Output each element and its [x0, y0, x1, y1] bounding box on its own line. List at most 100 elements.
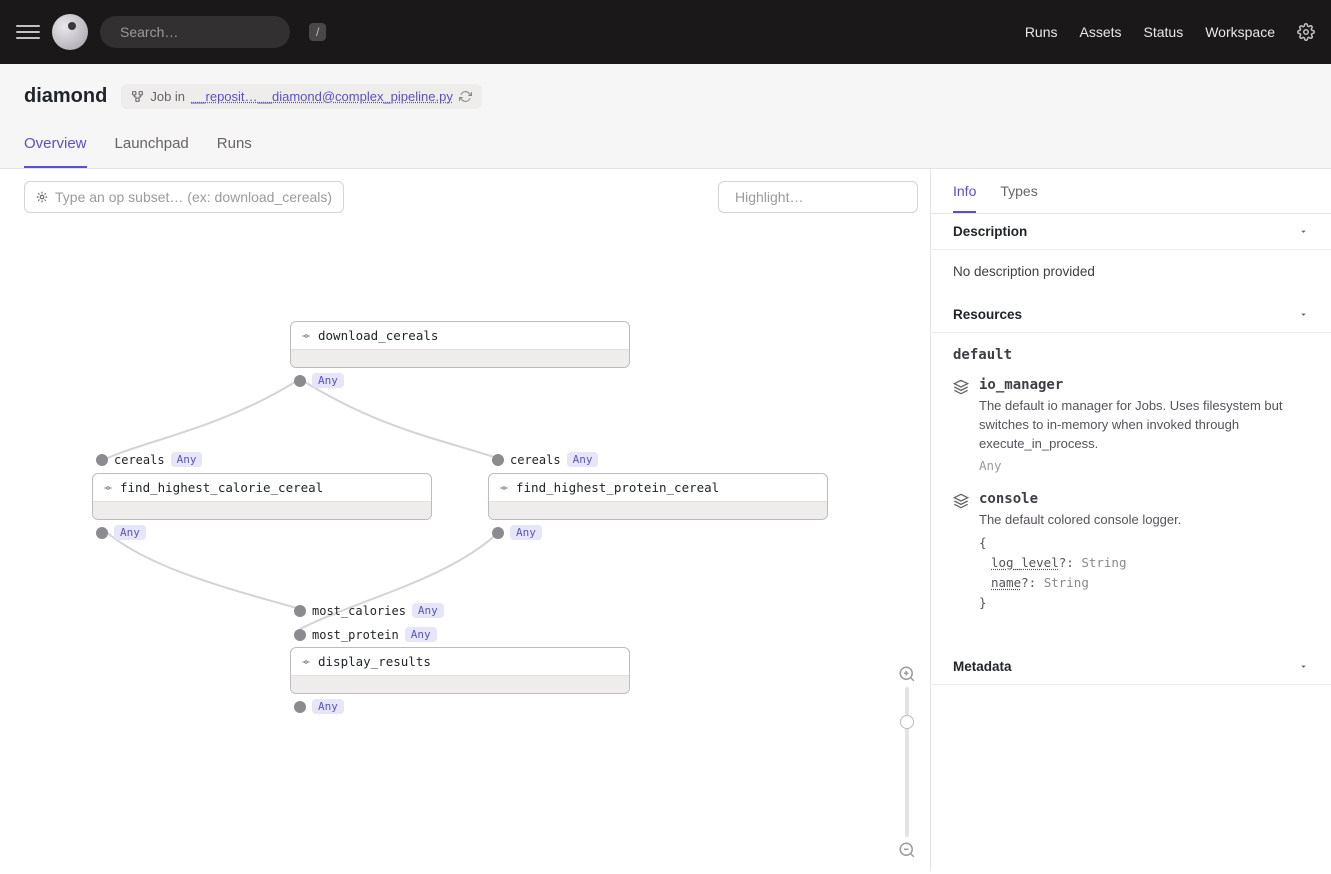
input-label: cereals [114, 453, 165, 467]
page-title: diamond [24, 85, 107, 108]
output-port[interactable]: Any [492, 525, 542, 540]
resource-title: io_manager [979, 377, 1309, 393]
op-icon [499, 483, 509, 493]
port-dot-icon [492, 454, 504, 466]
graph-edges [0, 169, 930, 871]
top-nav: Runs Assets Status Workspace [1025, 23, 1315, 41]
section-header-resources[interactable]: Resources [931, 297, 1331, 333]
graph-canvas[interactable]: download_cereals Any cereals Any find_hi… [0, 169, 931, 871]
section-header-metadata[interactable]: Metadata [931, 649, 1331, 685]
port-dot-icon [294, 701, 306, 713]
reload-icon[interactable] [459, 90, 472, 103]
port-dot-icon [96, 454, 108, 466]
port-dot-icon [96, 527, 108, 539]
resource-description: The default colored console logger. [979, 511, 1181, 530]
sub-header: diamond Job in __reposit…__diamond@compl… [0, 64, 1331, 169]
op-icon [103, 483, 113, 493]
output-port[interactable]: Any [96, 525, 146, 540]
resource-config-schema: { log_level?: String name?: String } [979, 533, 1181, 613]
port-dot-icon [294, 605, 306, 617]
job-badge-prefix: Job in [150, 89, 185, 104]
resource-description: The default io manager for Jobs. Uses fi… [979, 397, 1309, 454]
op-node-find-highest-calorie[interactable]: find_highest_calorie_cereal [92, 473, 432, 520]
nav-assets[interactable]: Assets [1080, 24, 1122, 40]
input-label: most_calories [312, 604, 406, 618]
highlight-filter[interactable] [718, 181, 918, 213]
gear-icon[interactable] [1297, 23, 1315, 41]
zoom-control [898, 665, 916, 859]
side-tab-info[interactable]: Info [953, 183, 976, 213]
resource-item-console: console The default colored console logg… [953, 491, 1309, 614]
global-search[interactable]: / [100, 16, 290, 48]
type-badge: Any [114, 525, 146, 540]
page-tabs: Overview Launchpad Runs [24, 135, 1307, 168]
side-panel-tabs: Info Types [931, 169, 1331, 214]
tab-overview[interactable]: Overview [24, 135, 87, 168]
job-location-badge: Job in __reposit…__diamond@complex_pipel… [121, 84, 482, 109]
op-label: find_highest_protein_cereal [516, 480, 719, 495]
job-location-link[interactable]: __reposit…__diamond@complex_pipeline.py [191, 89, 453, 104]
search-input[interactable] [120, 24, 301, 40]
side-tab-types[interactable]: Types [1000, 183, 1037, 213]
type-badge: Any [412, 603, 444, 618]
resource-group-name: default [953, 347, 1309, 363]
content-area: download_cereals Any cereals Any find_hi… [0, 169, 1331, 871]
tab-runs[interactable]: Runs [217, 135, 252, 168]
zoom-in-icon[interactable] [898, 665, 916, 683]
search-shortcut-hint: / [309, 23, 326, 41]
layers-icon [953, 493, 969, 509]
resources-body: default io_manager The default io manage… [931, 333, 1331, 649]
input-port-most-protein[interactable]: most_protein Any [294, 627, 437, 642]
highlight-input[interactable] [735, 189, 916, 205]
op-label: display_results [318, 654, 431, 669]
zoom-slider-track[interactable] [905, 687, 909, 837]
type-badge: Any [312, 699, 344, 714]
op-label: download_cereals [318, 328, 438, 343]
input-port-most-calories[interactable]: most_calories Any [294, 603, 444, 618]
chevron-down-icon [1298, 661, 1309, 672]
output-port[interactable]: Any [294, 699, 344, 714]
type-badge: Any [567, 452, 599, 467]
subset-icon [35, 190, 49, 204]
tab-launchpad[interactable]: Launchpad [115, 135, 189, 168]
op-node-download-cereals[interactable]: download_cereals [290, 321, 630, 368]
nav-workspace[interactable]: Workspace [1205, 24, 1275, 40]
port-dot-icon [294, 375, 306, 387]
job-graph-icon [131, 90, 144, 103]
nav-status[interactable]: Status [1144, 24, 1184, 40]
top-bar: / Runs Assets Status Workspace [0, 0, 1331, 64]
type-badge: Any [405, 627, 437, 642]
input-port-cereals[interactable]: cereals Any [96, 452, 202, 467]
op-subset-input[interactable] [55, 189, 333, 205]
type-badge: Any [312, 373, 344, 388]
layers-icon [953, 379, 969, 395]
port-dot-icon [294, 629, 306, 641]
zoom-out-icon[interactable] [898, 841, 916, 859]
output-port[interactable]: Any [294, 373, 344, 388]
section-title: Metadata [953, 659, 1012, 674]
section-title: Resources [953, 307, 1022, 322]
menu-icon[interactable] [16, 20, 40, 44]
op-node-find-highest-protein[interactable]: find_highest_protein_cereal [488, 473, 828, 520]
input-label: most_protein [312, 628, 399, 642]
port-dot-icon [492, 527, 504, 539]
chevron-down-icon [1298, 226, 1309, 237]
zoom-slider-thumb[interactable] [900, 715, 914, 729]
resource-type: Any [979, 458, 1309, 473]
resource-item-io-manager: io_manager The default io manager for Jo… [953, 377, 1309, 473]
description-body: No description provided [931, 250, 1331, 297]
side-panel: Info Types Description No description pr… [931, 169, 1331, 871]
op-node-display-results[interactable]: display_results [290, 647, 630, 694]
app-logo[interactable] [52, 14, 88, 50]
op-subset-filter[interactable] [24, 181, 344, 213]
input-port-cereals[interactable]: cereals Any [492, 452, 598, 467]
op-icon [301, 657, 311, 667]
type-badge: Any [510, 525, 542, 540]
section-header-description[interactable]: Description [931, 214, 1331, 250]
nav-runs[interactable]: Runs [1025, 24, 1058, 40]
op-label: find_highest_calorie_cereal [120, 480, 323, 495]
input-label: cereals [510, 453, 561, 467]
chevron-down-icon [1298, 309, 1309, 320]
resource-title: console [979, 491, 1181, 507]
type-badge: Any [171, 452, 203, 467]
